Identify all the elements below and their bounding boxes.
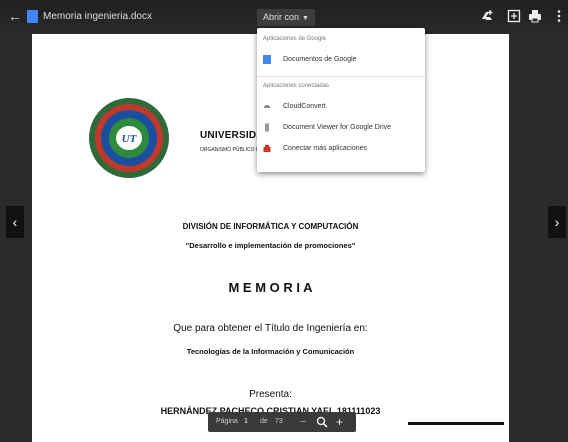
- menu-item-label: Conectar más aplicaciones: [283, 145, 368, 152]
- memoria-heading: M E M O R I A: [228, 280, 313, 295]
- career-name: Tecnologías de la Información y Comunica…: [186, 347, 355, 356]
- svg-text:UT: UT: [122, 133, 138, 145]
- menu-section-connected-apps: Aplicaciones conectadas: [263, 83, 330, 89]
- current-page-input[interactable]: 1: [244, 412, 248, 432]
- word-document-icon: [27, 10, 38, 23]
- google-docs-icon: [263, 55, 271, 64]
- file-name: Memoria ingenieria.docx: [43, 11, 152, 22]
- menu-section-google-apps: Aplicaciones de Google: [263, 36, 327, 42]
- chevron-right-icon: ›: [554, 214, 560, 230]
- document-viewer-icon: [265, 123, 269, 132]
- division-heading: DIVISIÓN DE INFORMÁTICA Y COMPUTACIÓN: [182, 222, 359, 231]
- print-icon[interactable]: [528, 9, 542, 23]
- total-pages: 73: [275, 418, 283, 425]
- presenta-label: Presenta:: [249, 389, 292, 400]
- menu-divider: [257, 76, 425, 77]
- next-file-button[interactable]: ›: [548, 206, 566, 238]
- add-to-drive-icon[interactable]: [480, 9, 494, 23]
- university-seal-logo: UT: [89, 98, 169, 178]
- more-options-icon[interactable]: [552, 9, 566, 23]
- open-with-label: Abrir con: [263, 12, 300, 22]
- previous-file-button[interactable]: ‹: [6, 206, 24, 238]
- zoom-icon: [316, 416, 328, 428]
- zoom-in-icon[interactable]: +: [336, 412, 343, 432]
- menu-item-label: CloudConvert: [283, 103, 326, 110]
- back-arrow-icon[interactable]: ←: [8, 8, 22, 24]
- menu-item-label: Documentos de Google: [283, 56, 357, 63]
- open-with-button[interactable]: Abrir con ▼: [257, 9, 315, 26]
- university-subtitle: ORGANISMO PÚBLICO D: [200, 147, 260, 153]
- menu-item-cloudconvert[interactable]: CloudConvert: [263, 102, 326, 111]
- project-title: "Desarrollo e implementación de promocio…: [185, 241, 356, 250]
- signature-rule: [408, 422, 504, 425]
- connect-apps-icon: [263, 145, 271, 152]
- page-label: Página: [216, 418, 238, 425]
- chevron-left-icon: ‹: [12, 214, 18, 230]
- zoom-out-icon[interactable]: −: [300, 412, 306, 432]
- open-in-new-window-icon[interactable]: [507, 9, 521, 23]
- menu-item-document-viewer[interactable]: Document Viewer for Google Drive: [263, 123, 391, 132]
- menu-item-google-docs[interactable]: Documentos de Google: [263, 55, 357, 64]
- menu-item-label: Document Viewer for Google Drive: [283, 124, 392, 131]
- open-with-menu: Aplicaciones de Google Documentos de Goo…: [257, 28, 425, 172]
- caret-down-icon: ▼: [302, 15, 309, 22]
- page-navigation-bar: Página 1 de 73 − +: [208, 412, 356, 432]
- purpose-text: Que para obtener el Título de Ingeniería…: [173, 323, 368, 334]
- page-separator: de: [260, 418, 268, 425]
- menu-item-connect-more-apps[interactable]: Conectar más aplicaciones: [263, 144, 367, 153]
- cloudconvert-icon: [264, 105, 270, 108]
